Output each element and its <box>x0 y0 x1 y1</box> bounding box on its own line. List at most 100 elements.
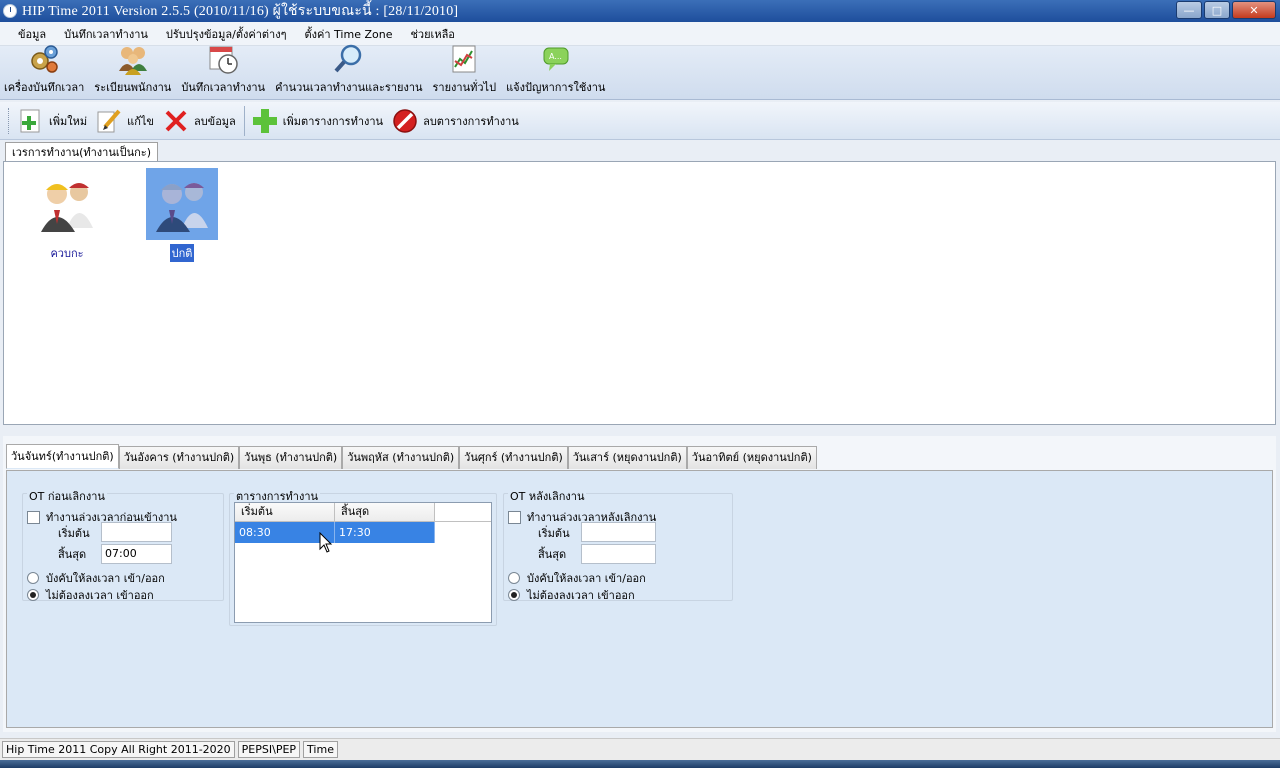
ot-after-radio-force-row[interactable]: บังคับให้ลงเวลา เข้า/ออก <box>508 569 646 587</box>
calculate-report-button[interactable]: คำนวนเวลาทำงานและรายงาน <box>275 43 423 99</box>
ot-after-checkbox[interactable] <box>508 510 521 524</box>
ot-after-radio-force[interactable] <box>508 572 520 584</box>
menu-help[interactable]: ช่วยเหลือ <box>401 25 463 43</box>
toolbar-label: รายงานทั่วไป <box>432 81 497 94</box>
ot-before-start-label: เริ่มต้น <box>58 527 90 540</box>
ot-after-radio-none-label: ไม่ต้องลงเวลา เข้าออก <box>527 589 635 602</box>
menu-timezone[interactable]: ตั้งค่า Time Zone <box>296 25 402 43</box>
chat-bubble-icon: A... <box>543 47 569 71</box>
taskbar <box>0 760 1280 768</box>
tab-monday[interactable]: วันจันทร์(ทำงานปกติ) <box>6 444 119 469</box>
toolbar-separator <box>243 105 245 136</box>
report-chart-icon <box>452 45 476 73</box>
window-title: HIP Time 2011 Version 2.5.5 (2010/11/16)… <box>22 4 459 19</box>
ot-before-radio-none-label: ไม่ต้องลงเวลา เข้าออก <box>46 589 154 602</box>
add-schedule-button[interactable]: เพิ่มตารางการทำงาน <box>251 107 383 135</box>
calendar-clock-icon <box>209 46 238 74</box>
close-button[interactable]: ✕ <box>1232 1 1276 19</box>
toolbar-label: คำนวนเวลาทำงานและรายงาน <box>275 81 423 94</box>
gears-icon <box>31 45 58 73</box>
toolbar-label: แจ้งปัญหาการใช้งาน <box>506 81 606 94</box>
ot-before-radio-force-row[interactable]: บังคับให้ลงเวลา เข้า/ออก <box>27 569 165 587</box>
status-time: Time <box>303 741 338 758</box>
status-copyright: Hip Time 2011 Copy All Right 2011-2020 <box>2 741 235 758</box>
shift-label: ควบกะ <box>50 247 84 260</box>
employees-icon <box>118 47 147 75</box>
ot-after-start-input[interactable] <box>581 522 656 542</box>
ot-after-radio-force-label: บังคับให้ลงเวลา เข้า/ออก <box>527 572 646 585</box>
clock-icon <box>3 4 17 18</box>
table-row[interactable]: 08:30 17:30 <box>235 522 435 543</box>
magnifier-icon <box>334 44 362 73</box>
column-header-start[interactable]: เริ่มต้น <box>235 503 335 521</box>
shift-label: ปกติ <box>169 244 195 262</box>
ot-before-start-input[interactable] <box>101 522 172 542</box>
maximize-button[interactable]: □ <box>1204 1 1230 19</box>
no-entry-icon <box>393 108 417 133</box>
toolbar-label: เครื่องบันทึกเวลา <box>4 81 85 94</box>
schedule-grid[interactable]: เริ่มต้น สิ้นสุด 08:30 17:30 <box>234 502 492 623</box>
plus-icon <box>252 108 277 133</box>
toolbar-label: ระเบียนพนักงาน <box>94 81 172 94</box>
minimize-button[interactable]: — <box>1176 1 1202 19</box>
report-problem-button[interactable]: A... แจ้งปัญหาการใช้งาน <box>506 43 605 99</box>
delete-schedule-button[interactable]: ลบตารางการทำงาน <box>391 107 519 135</box>
ot-after-end-input[interactable] <box>581 544 656 564</box>
add-new-button[interactable]: เพิ่มใหม่ <box>17 107 87 135</box>
shift-item-normal[interactable]: ปกติ <box>146 168 218 262</box>
ot-after-radio-none-row[interactable]: ไม่ต้องลงเวลา เข้าออก <box>508 586 635 604</box>
delete-label: ลบข้อมูล <box>193 114 236 128</box>
status-bar: Hip Time 2011 Copy All Right 2011-2020 P… <box>0 738 1280 760</box>
ot-before-radio-none[interactable] <box>27 589 39 601</box>
add-schedule-label: เพิ่มตารางการทำงาน <box>282 114 384 128</box>
general-report-button[interactable]: รายงานทั่วไป <box>432 43 497 99</box>
status-user: PEPSI\PEP <box>237 741 301 758</box>
delete-x-icon <box>165 110 187 131</box>
ot-after-radio-none[interactable] <box>508 589 520 601</box>
employee-records-button[interactable]: ระเบียนพนักงาน <box>94 43 171 99</box>
ot-after-end-label: สิ้นสุด <box>538 548 567 561</box>
tab-sunday[interactable]: วันอาทิตย์ (หยุดงานปกติ) <box>686 446 817 469</box>
tab-wednesday[interactable]: วันพุธ (ทำงานปกติ) <box>239 446 343 469</box>
delete-button[interactable]: ลบข้อมูล <box>162 107 236 135</box>
day-tabs: วันจันทร์(ทำงานปกติ) วันอังคาร (ทำงานปกต… <box>6 444 817 469</box>
tab-shift-schedule[interactable]: เวรการทำงาน(ทำงานเป็นกะ) <box>5 142 158 162</box>
ot-before-radio-none-row[interactable]: ไม่ต้องลงเวลา เข้าออก <box>27 586 154 604</box>
edit-button[interactable]: แก้ไข <box>95 107 154 135</box>
cell-end[interactable]: 17:30 <box>335 522 435 543</box>
toolbar-label: บันทึกเวลาทำงาน <box>181 81 266 94</box>
toolbar-grip[interactable] <box>8 107 11 134</box>
time-record-button[interactable]: บันทึกเวลาทำงาน <box>181 43 265 99</box>
edit-label: แก้ไข <box>127 114 154 128</box>
schedule-grid-header: เริ่มต้น สิ้นสุด <box>235 503 491 522</box>
menu-data[interactable]: ข้อมูล <box>0 25 55 43</box>
title-bar: HIP Time 2011 Version 2.5.5 (2010/11/16)… <box>0 0 1280 22</box>
column-header-end[interactable]: สิ้นสุด <box>335 503 435 521</box>
ot-after-title: OT หลังเลิกงาน <box>508 487 587 505</box>
ot-before-end-label: สิ้นสุด <box>58 548 87 561</box>
ot-before-end-input[interactable]: 07:00 <box>101 544 172 564</box>
mouse-cursor-icon <box>319 532 333 553</box>
ot-before-title: OT ก่อนเลิกงาน <box>27 487 107 505</box>
shift-list-panel: ควบกะ ปกติ <box>3 161 1276 425</box>
action-toolbar: เพิ่มใหม่ แก้ไข ลบข้อมูล เพิ่มตารางการทำ… <box>0 102 1280 140</box>
tab-thursday[interactable]: วันพฤหัส (ทำงานปกติ) <box>342 446 460 469</box>
tab-saturday[interactable]: วันเสาร์ (หยุดงานปกติ) <box>567 446 687 469</box>
menu-time-record[interactable]: บันทึกเวลาทำงาน <box>55 25 157 43</box>
workers-icon <box>41 183 93 232</box>
svg-text:A...: A... <box>549 52 562 61</box>
tab-tuesday[interactable]: วันอังคาร (ทำงานปกติ) <box>118 446 240 469</box>
ot-before-radio-force[interactable] <box>27 572 39 584</box>
shift-item-combined[interactable]: ควบกะ <box>31 168 103 262</box>
tab-friday[interactable]: วันศุกร์ (ทำงานปกติ) <box>459 446 568 469</box>
ot-before-radio-force-label: บังคับให้ลงเวลา เข้า/ออก <box>46 572 165 585</box>
workers-icon <box>156 183 208 232</box>
edit-pencil-icon <box>97 109 121 132</box>
add-new-label: เพิ่มใหม่ <box>49 114 88 128</box>
main-toolbar: เครื่องบันทึกเวลา ระเบียนพนักงาน บันทึกเ… <box>0 43 1280 100</box>
ot-before-checkbox[interactable] <box>27 510 40 524</box>
add-document-icon <box>20 109 40 132</box>
delete-schedule-label: ลบตารางการทำงาน <box>423 114 519 128</box>
menu-settings[interactable]: ปรับปรุงข้อมูล/ตั้งค่าต่างๆ <box>157 25 296 43</box>
time-clock-device-button[interactable]: เครื่องบันทึกเวลา <box>4 43 84 99</box>
